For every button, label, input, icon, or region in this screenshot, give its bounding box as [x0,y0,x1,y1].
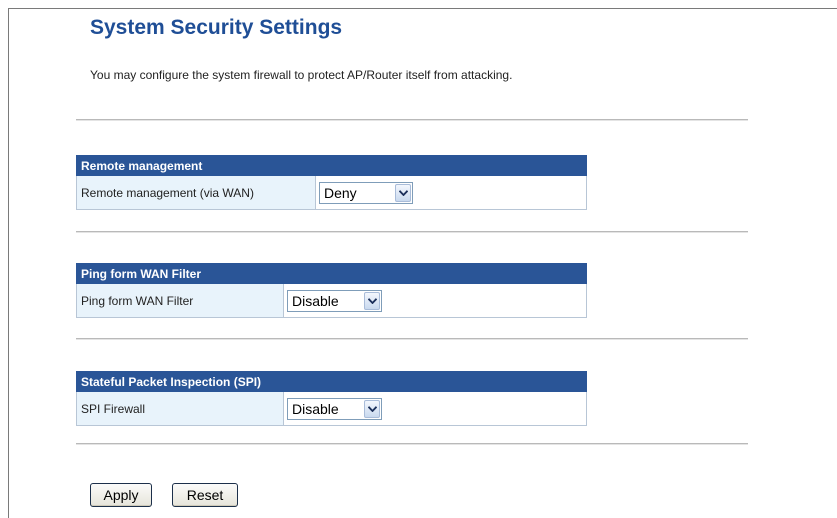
ping-wan-filter-header: Ping form WAN Filter [76,263,587,284]
chevron-down-icon[interactable] [364,291,380,310]
page-title: System Security Settings [90,16,343,39]
ping-wan-filter-select[interactable]: Disable [287,289,382,312]
separator [76,119,748,121]
apply-button[interactable]: Apply [90,483,152,507]
remote-management-header: Remote management [76,155,587,176]
chevron-down-icon[interactable] [364,399,380,418]
ping-wan-filter-table: Ping form WAN Filter Ping form WAN Filte… [76,263,587,318]
remote-management-select[interactable]: Deny [319,181,413,204]
remote-management-table: Remote management Remote management (via… [76,155,587,210]
remote-management-label: Remote management (via WAN) [76,175,316,210]
remote-management-value-cell: Deny [315,175,587,210]
spi-firewall-select[interactable]: Disable [287,397,382,420]
remote-management-selected: Deny [324,184,357,201]
frame-left-border [8,8,9,518]
separator [76,443,748,445]
spi-table: Stateful Packet Inspection (SPI) SPI Fir… [76,371,587,426]
ping-wan-filter-selected: Disable [292,292,339,309]
page-description: You may configure the system firewall to… [90,68,513,82]
ping-wan-filter-value-cell: Disable [283,283,587,318]
separator [76,231,748,233]
spi-firewall-selected: Disable [292,400,339,417]
reset-button[interactable]: Reset [172,483,238,507]
separator [76,338,748,340]
ping-wan-filter-label: Ping form WAN Filter [76,283,284,318]
chevron-down-icon[interactable] [395,183,411,202]
spi-header: Stateful Packet Inspection (SPI) [76,371,587,392]
frame-top-border [8,8,837,9]
spi-firewall-label: SPI Firewall [76,391,284,426]
spi-firewall-value-cell: Disable [283,391,587,426]
